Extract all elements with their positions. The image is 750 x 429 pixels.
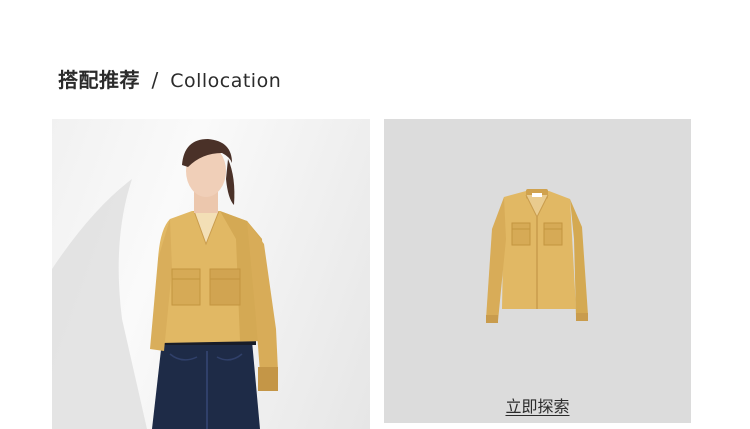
product-image[interactable]: [384, 119, 691, 423]
section-title: 搭配推荐 / Collocation: [58, 64, 281, 93]
section-title-separator: /: [151, 68, 159, 92]
section-title-en: Collocation: [170, 70, 282, 92]
product-card[interactable]: 立即探索: [384, 119, 691, 423]
model-photo-card[interactable]: [52, 119, 370, 429]
section-title-cn: 搭配推荐: [58, 68, 140, 92]
model-photo-image[interactable]: [52, 119, 370, 429]
explore-now-link[interactable]: 立即探索: [384, 393, 691, 417]
